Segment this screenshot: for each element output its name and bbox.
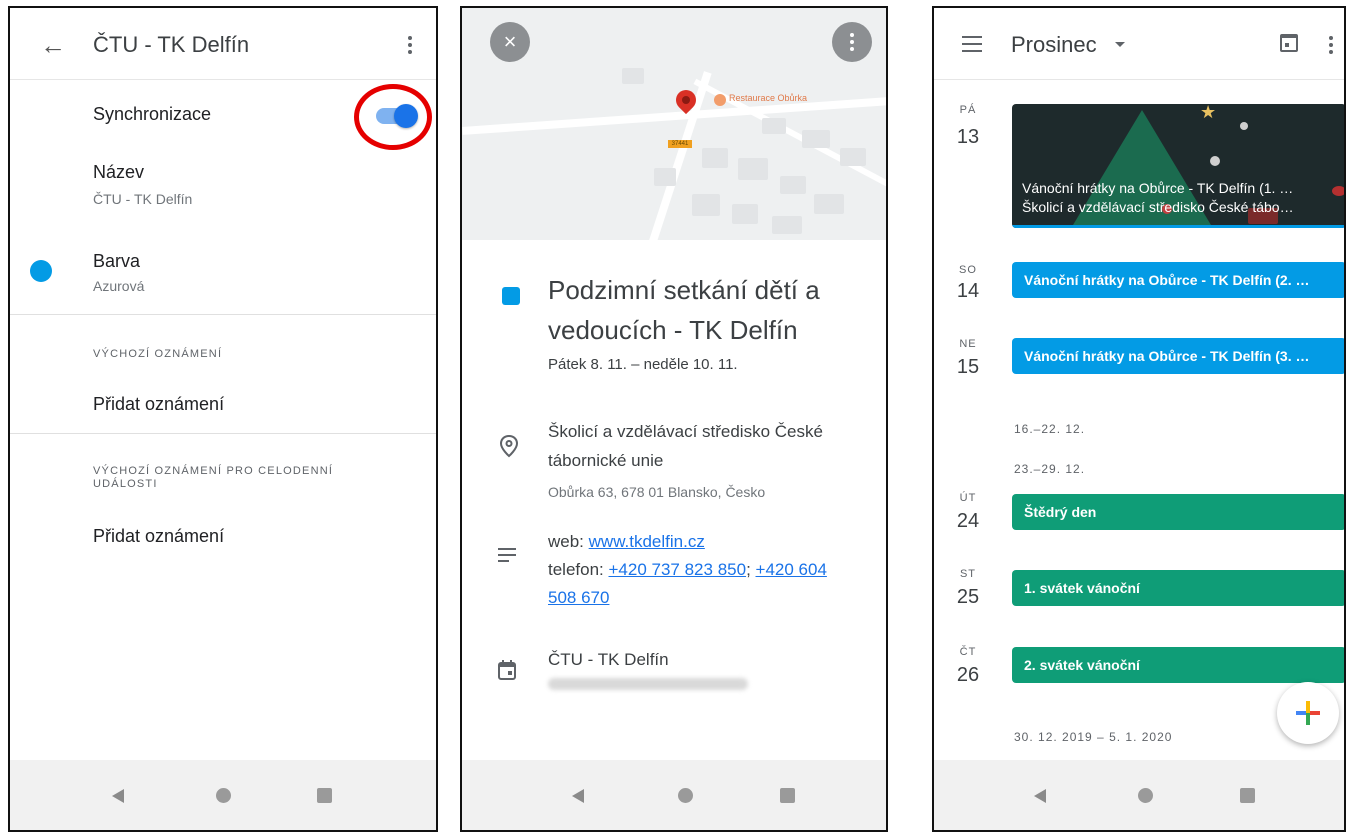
more-vert-icon[interactable] — [407, 36, 413, 54]
notes-icon — [498, 548, 516, 562]
web-prefix: web: — [548, 532, 589, 551]
restaurant-icon — [714, 94, 726, 106]
day-number[interactable]: 26 — [948, 664, 988, 687]
nav-back-icon[interactable] — [112, 789, 124, 803]
nav-home-icon[interactable] — [1138, 788, 1153, 803]
day-abbr: ST — [959, 568, 977, 580]
day-abbr: ČT — [959, 646, 977, 658]
week-range: 30. 12. 2019 – 5. 1. 2020 — [1014, 730, 1173, 744]
description-web: web: www.tkdelfin.cz — [548, 532, 705, 552]
nav-recents-icon[interactable] — [780, 788, 795, 803]
description-phone-cont: 508 670 — [548, 588, 609, 608]
day-abbr: SO — [959, 264, 977, 276]
map-poi-label: Restaurace Obůrka — [729, 93, 808, 103]
location-pin-icon — [499, 434, 519, 458]
more-vert-icon[interactable] — [1328, 36, 1334, 54]
add-allday-notification-button[interactable]: Přidat oznámení — [93, 526, 224, 547]
day-number[interactable]: 15 — [948, 356, 988, 379]
name-label: Název — [93, 162, 145, 182]
calendar-schedule-screen: Prosinec PÁ 13 ★ Vánoční hrátky na Obůrc… — [932, 6, 1346, 832]
event-title: Podzimní setkání dětí a vedoucích - TK D… — [548, 275, 820, 345]
more-vert-icon[interactable] — [832, 22, 872, 62]
phone-link-2b[interactable]: 508 670 — [548, 588, 609, 607]
web-link[interactable]: www.tkdelfin.cz — [589, 532, 705, 551]
phone-prefix: telefon: — [548, 560, 609, 579]
system-nav-bar — [10, 760, 436, 830]
menu-icon[interactable] — [962, 36, 982, 57]
event-chip[interactable]: Štědrý den — [1012, 494, 1344, 530]
chevron-down-icon[interactable] — [1115, 42, 1125, 47]
day-number[interactable]: 14 — [948, 280, 988, 303]
event-chip[interactable]: Vánoční hrátky na Obůrce - TK Delfín (3.… — [1012, 338, 1344, 374]
location-line-1[interactable]: Školicí a vzdělávací středisko České — [548, 422, 823, 442]
color-value: Azurová — [93, 278, 145, 294]
card-event-title: Vánoční hrátky na Obůrce - TK Delfín (1.… — [1022, 180, 1294, 196]
name-value: ČTU - TK Delfín — [93, 191, 193, 207]
color-label: Barva — [93, 251, 141, 271]
close-icon[interactable]: × — [490, 22, 530, 62]
app-bar: Prosinec — [934, 8, 1344, 80]
phone-separator: ; — [746, 560, 756, 579]
blurred-email — [548, 678, 748, 690]
event-chip[interactable]: 1. svátek vánoční — [1012, 570, 1344, 606]
section-header-allday-notif-2: UDÁLOSTI — [93, 478, 158, 490]
divider — [10, 433, 436, 434]
nav-home-icon[interactable] — [216, 788, 231, 803]
day-abbr: ÚT — [959, 492, 977, 504]
event-chip[interactable]: Vánoční hrátky na Obůrce - TK Delfín (2.… — [1012, 262, 1344, 298]
event-date: Pátek 8. 11. – neděle 10. 11. — [548, 356, 738, 373]
back-arrow-icon[interactable]: ← — [40, 30, 66, 61]
day-number[interactable]: 24 — [948, 510, 988, 533]
card-event-location: Školicí a vzdělávací středisko České táb… — [1022, 199, 1294, 215]
phone-link-1[interactable]: +420 737 823 850 — [609, 560, 747, 579]
calendar-name: ČTU - TK Delfín — [548, 650, 669, 669]
event-card-image[interactable]: ★ Vánoční hrátky na Obůrce - TK Delfín (… — [1012, 104, 1344, 228]
highlight-annotation-circle — [354, 84, 432, 150]
sync-label: Synchronizace — [93, 104, 212, 124]
day-number[interactable]: 13 — [948, 126, 988, 149]
location-address[interactable]: Obůrka 63, 678 01 Blansko, Česko — [548, 484, 765, 500]
event-detail-screen: 37441 Restaurace Obůrka × Podzimní setká… — [460, 6, 888, 832]
phone-link-2a[interactable]: +420 604 — [756, 560, 827, 579]
event-color-square — [502, 287, 520, 305]
week-range: 23.–29. 12. — [1014, 462, 1086, 476]
nav-recents-icon[interactable] — [1240, 788, 1255, 803]
page-title: ČTU - TK Delfín — [93, 32, 250, 57]
road-number-badge: 37441 — [668, 140, 692, 148]
color-dot-icon — [30, 260, 52, 282]
day-abbr: PÁ — [959, 104, 977, 116]
system-nav-bar — [462, 760, 886, 830]
star-icon: ★ — [1200, 104, 1217, 122]
app-bar: ← ČTU - TK Delfín — [10, 8, 436, 80]
location-line-2[interactable]: tábornické unie — [548, 451, 663, 471]
calendar-settings-screen: ← ČTU - TK Delfín Synchronizace Název ČT… — [8, 6, 438, 832]
today-calendar-icon[interactable] — [1280, 34, 1298, 52]
nav-back-icon[interactable] — [1034, 789, 1046, 803]
calendar-icon — [498, 660, 516, 680]
nav-back-icon[interactable] — [572, 789, 584, 803]
event-chip[interactable]: 2. svátek vánoční — [1012, 647, 1344, 683]
add-event-button[interactable] — [1277, 682, 1339, 744]
system-nav-bar — [934, 760, 1344, 830]
section-header-allday-notif-1: VÝCHOZÍ OZNÁMENÍ PRO CELODENNÍ — [93, 465, 334, 477]
add-notification-button[interactable]: Přidat oznámení — [93, 394, 224, 415]
description-phone: telefon: +420 737 823 850; +420 604 — [548, 560, 827, 580]
nav-home-icon[interactable] — [678, 788, 693, 803]
divider — [10, 314, 436, 315]
month-selector[interactable]: Prosinec — [1011, 32, 1097, 58]
day-number[interactable]: 25 — [948, 586, 988, 609]
section-header-default-notif: VÝCHOZÍ OZNÁMENÍ — [93, 348, 223, 360]
week-range: 16.–22. 12. — [1014, 422, 1086, 436]
day-abbr: NE — [959, 338, 977, 350]
nav-recents-icon[interactable] — [317, 788, 332, 803]
